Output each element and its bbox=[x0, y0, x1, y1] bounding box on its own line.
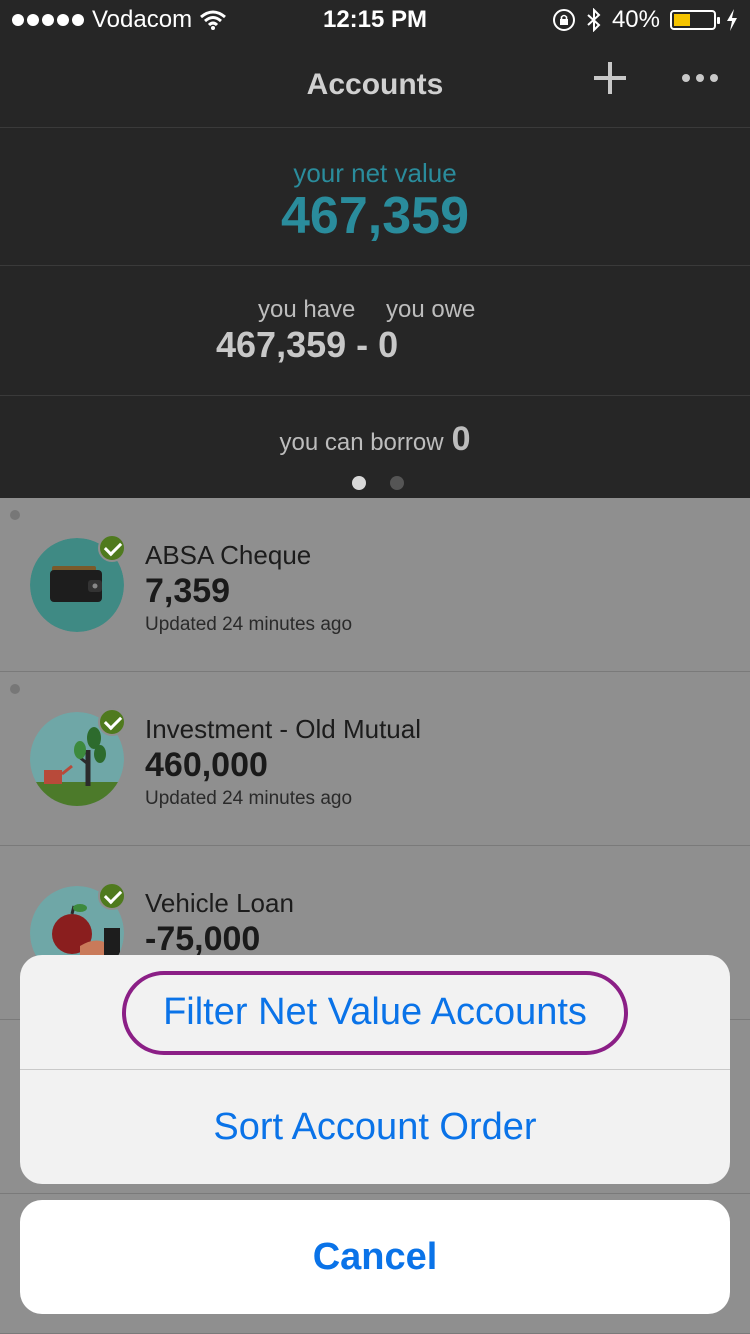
connected-check-icon bbox=[98, 534, 126, 562]
row-indicator-dot bbox=[10, 684, 20, 694]
battery-percent: 40% bbox=[611, 6, 660, 33]
page-indicator[interactable] bbox=[352, 476, 404, 490]
net-value-amount: 467,359 bbox=[281, 187, 469, 245]
you-have-amount: 467,359 bbox=[216, 324, 347, 365]
more-icon[interactable] bbox=[682, 74, 718, 82]
borrow-summary: you can borrow 0 bbox=[0, 396, 750, 498]
borrow-amount: 0 bbox=[451, 420, 471, 458]
page-title: Accounts bbox=[306, 68, 444, 101]
page-dot[interactable] bbox=[390, 476, 404, 490]
account-amount: 7,359 bbox=[145, 572, 231, 610]
filter-net-value-button[interactable]: Filter Net Value Accounts bbox=[20, 955, 730, 1069]
account-updated: Updated 24 minutes ago bbox=[145, 614, 353, 635]
account-updated: Updated 24 minutes ago bbox=[145, 788, 353, 809]
charging-icon bbox=[727, 9, 737, 31]
cancel-label: Cancel bbox=[312, 1236, 438, 1278]
net-value-label: your net value bbox=[293, 158, 457, 188]
minus-sign: - bbox=[356, 324, 369, 365]
account-row[interactable]: ABSA Cheque 7,359 Updated 24 minutes ago bbox=[0, 498, 750, 672]
account-name: Vehicle Loan bbox=[145, 888, 294, 918]
connected-check-icon bbox=[98, 708, 126, 736]
you-have-label: you have bbox=[258, 296, 356, 323]
page-dot-active[interactable] bbox=[352, 476, 366, 490]
borrow-row: you can borrow 0 bbox=[0, 420, 750, 459]
accounts-header: Vodacom 12:15 PM 40% Accounts your net v… bbox=[0, 0, 750, 498]
bluetooth-icon bbox=[587, 8, 601, 32]
nav-bar: Accounts bbox=[0, 40, 750, 128]
borrow-label: you can borrow bbox=[279, 429, 444, 456]
account-amount: 460,000 bbox=[145, 746, 268, 784]
action-sheet: Filter Net Value Accounts Sort Account O… bbox=[20, 955, 730, 1184]
status-bar: Vodacom 12:15 PM 40% bbox=[0, 0, 750, 40]
status-right: 40% bbox=[552, 6, 738, 34]
have-owe-values: 467,359 - 0 bbox=[216, 324, 398, 366]
have-owe-summary: you have you owe 467,359 - 0 bbox=[0, 266, 750, 396]
you-owe-label: you owe bbox=[386, 296, 476, 323]
account-row[interactable]: Investment - Old Mutual 460,000 Updated … bbox=[0, 672, 750, 846]
sort-account-order-label: Sort Account Order bbox=[213, 1106, 537, 1148]
net-value-summary: your net value 467,359 bbox=[0, 128, 750, 266]
account-name: ABSA Cheque bbox=[145, 540, 312, 570]
account-name: Investment - Old Mutual bbox=[145, 714, 421, 744]
connected-check-icon bbox=[98, 882, 126, 910]
battery-icon bbox=[670, 10, 720, 30]
account-amount: -75,000 bbox=[145, 920, 261, 958]
plus-icon[interactable] bbox=[592, 60, 628, 96]
row-indicator-dot bbox=[10, 510, 20, 520]
rotation-lock-icon bbox=[552, 9, 575, 31]
filter-net-value-label: Filter Net Value Accounts bbox=[163, 991, 587, 1033]
you-owe-amount: 0 bbox=[378, 324, 399, 365]
sort-account-order-button[interactable]: Sort Account Order bbox=[20, 1070, 730, 1184]
cancel-button[interactable]: Cancel bbox=[20, 1200, 730, 1314]
